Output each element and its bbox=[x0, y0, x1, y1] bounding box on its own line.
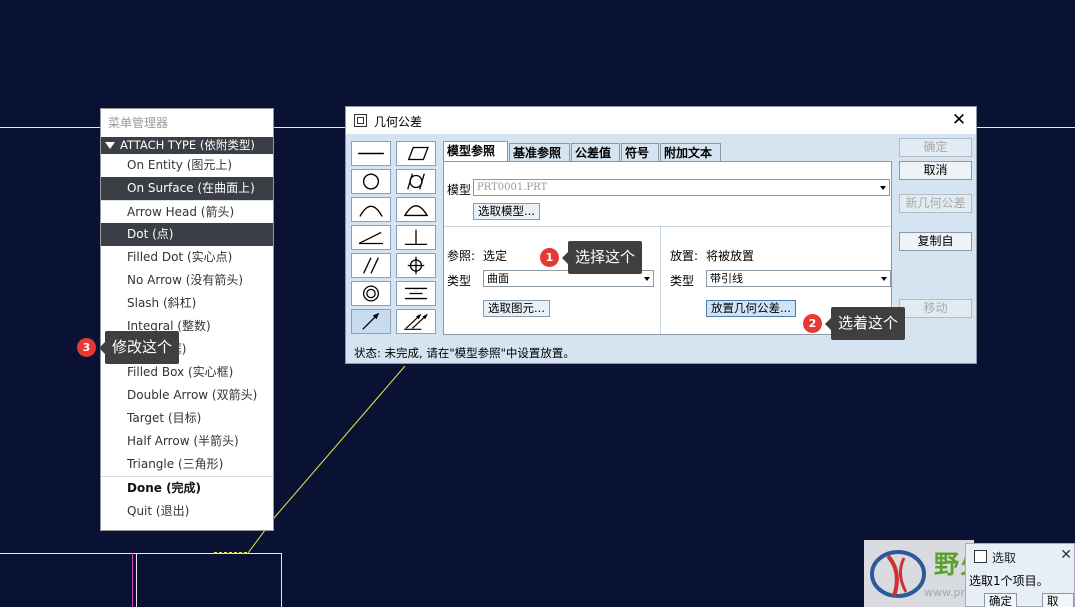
panel-divider-horizontal bbox=[444, 226, 891, 227]
canvas-box-left bbox=[136, 553, 137, 607]
angularity-icon[interactable] bbox=[351, 225, 391, 250]
menu-item[interactable]: Triangle (三角形) bbox=[101, 453, 273, 476]
concentricity-icon[interactable] bbox=[351, 281, 391, 306]
canvas-bottom-edge bbox=[0, 553, 282, 554]
surface-profile-icon[interactable] bbox=[396, 197, 436, 222]
menu-item[interactable]: Slash (斜杠) bbox=[101, 292, 273, 315]
tab-tolerance-value[interactable]: 公差值 bbox=[571, 143, 620, 162]
reference-type-label: 类型 bbox=[447, 274, 472, 288]
menu-item[interactable]: Half Arrow (半箭头) bbox=[101, 430, 273, 453]
menu-item[interactable]: Filled Box (实心框) bbox=[101, 361, 273, 384]
status-text: 状态: 未完成, 请在"模型参照"中设置放置。 bbox=[354, 346, 575, 360]
dialog-titlebar: 几何公差 ✕ bbox=[346, 107, 976, 134]
menu-item[interactable]: On Entity (图元上) bbox=[101, 154, 273, 177]
callout-3: 修改这个 bbox=[98, 331, 180, 364]
parallelism-icon[interactable] bbox=[351, 253, 391, 278]
place-gtol-button[interactable]: 放置几何公差... bbox=[706, 300, 796, 317]
chevron-down-icon bbox=[881, 277, 887, 281]
symmetry-icon[interactable] bbox=[396, 281, 436, 306]
select-ok-button[interactable]: 确定 bbox=[984, 593, 1017, 607]
canvas-horizontal-line-mid bbox=[274, 127, 345, 128]
straightness-icon[interactable] bbox=[351, 141, 391, 166]
model-label: 模型 bbox=[447, 183, 472, 197]
menu-manager-title: 菜单管理器 bbox=[108, 116, 169, 130]
canvas-horizontal-line-left bbox=[0, 127, 100, 128]
move-button[interactable]: 移动 bbox=[899, 299, 972, 318]
select-entity-button[interactable]: 选取图元... bbox=[483, 300, 550, 317]
reference-value: 选定 bbox=[483, 249, 508, 263]
callout-badge-1: 1 bbox=[540, 248, 559, 267]
cancel-button[interactable]: 取消 bbox=[899, 161, 972, 180]
tab-symbol[interactable]: 符号 bbox=[621, 143, 659, 162]
placement-label: 放置: bbox=[670, 249, 699, 263]
menu-item[interactable]: Filled Dot (实心点) bbox=[101, 246, 273, 269]
canvas-magenta-line bbox=[132, 553, 133, 607]
menu-item[interactable]: Dot (点) bbox=[101, 223, 273, 246]
line-profile-icon[interactable] bbox=[351, 197, 391, 222]
menu-manager: 菜单管理器 ATTACH TYPE (依附类型) On Entity (图元上)… bbox=[100, 108, 274, 531]
menu-item[interactable]: On Surface (在曲面上) bbox=[101, 177, 273, 200]
model-reference-panel: 模型 PRT0001.PRT 选取模型... 参照: 选定 类型 曲面 选取图元… bbox=[443, 161, 892, 335]
forum-watermark: 野火论坛 www.proewildfire.cn bbox=[864, 540, 1037, 607]
attach-type-label: ATTACH TYPE (依附类型) bbox=[120, 138, 255, 152]
select-dialog-message: 选取1个项目。 bbox=[969, 574, 1049, 588]
menu-items-list: On Entity (图元上) On Surface (在曲面上) Arrow He… bbox=[101, 154, 273, 476]
placement-type-select[interactable]: 带引线 bbox=[706, 270, 891, 287]
tab-additional-text[interactable]: 附加文本 bbox=[660, 143, 721, 162]
wildfire-logo-icon bbox=[870, 550, 926, 598]
close-icon[interactable]: ✕ bbox=[1060, 547, 1072, 563]
panel-divider-vertical bbox=[660, 227, 661, 334]
select-cancel-button[interactable]: 取消 bbox=[1042, 593, 1074, 607]
callout-badge-3: 3 bbox=[77, 338, 96, 357]
select-dialog: 选取 ✕ 选取1个项目。 确定 取消 bbox=[965, 543, 1075, 607]
menu-item[interactable]: Arrow Head (箭头) bbox=[101, 200, 273, 223]
callout-2: 选着这个 bbox=[824, 307, 906, 340]
new-gtol-button[interactable]: 新几何公差 bbox=[899, 194, 972, 213]
model-select-value: PRT0001.PRT bbox=[477, 182, 548, 193]
attach-type-header[interactable]: ATTACH TYPE (依附类型) bbox=[101, 137, 273, 154]
dialog-title: 几何公差 bbox=[374, 115, 423, 129]
position-icon[interactable] bbox=[396, 253, 436, 278]
menu-quit-item[interactable]: Quit (退出) bbox=[101, 500, 273, 523]
ok-button[interactable]: 确定 bbox=[899, 138, 972, 157]
canvas-horizontal-line-right bbox=[977, 127, 1075, 128]
close-icon[interactable]: ✕ bbox=[950, 110, 968, 130]
menu-item[interactable]: Target (目标) bbox=[101, 407, 273, 430]
callout-1: 选择这个 bbox=[561, 241, 643, 274]
reference-label: 参照: bbox=[447, 249, 476, 263]
copy-from-button[interactable]: 复制自 bbox=[899, 232, 972, 251]
circularity-icon[interactable] bbox=[351, 169, 391, 194]
callout-badge-2: 2 bbox=[803, 314, 822, 333]
dialog-app-icon bbox=[354, 114, 367, 127]
tab-datum-reference[interactable]: 基准参照 bbox=[509, 143, 570, 162]
select-model-button[interactable]: 选取模型... bbox=[473, 203, 540, 220]
menu-item[interactable]: No Arrow (没有箭头) bbox=[101, 269, 273, 292]
placement-type-label: 类型 bbox=[670, 274, 695, 288]
select-dialog-title: 选取 bbox=[992, 551, 1017, 565]
triangle-down-icon bbox=[105, 142, 115, 149]
flatness-icon[interactable] bbox=[396, 141, 436, 166]
chevron-down-icon bbox=[644, 277, 650, 281]
chevron-down-icon bbox=[880, 186, 886, 190]
cylindricity-icon[interactable] bbox=[396, 169, 436, 194]
placement-type-value: 带引线 bbox=[710, 272, 743, 285]
circular-runout-icon[interactable] bbox=[351, 309, 391, 334]
menu-done-item[interactable]: Done (完成) bbox=[101, 477, 273, 500]
select-dialog-icon bbox=[974, 550, 987, 563]
model-select[interactable]: PRT0001.PRT bbox=[473, 179, 890, 196]
menu-item[interactable]: Double Arrow (双箭头) bbox=[101, 384, 273, 407]
total-runout-icon[interactable] bbox=[396, 309, 436, 334]
canvas-box-right bbox=[281, 553, 282, 607]
reference-type-value: 曲面 bbox=[487, 272, 509, 285]
perpendicularity-icon[interactable] bbox=[396, 225, 436, 250]
tab-model-reference[interactable]: 模型参照 bbox=[443, 141, 508, 162]
placement-value: 将被放置 bbox=[706, 249, 755, 263]
